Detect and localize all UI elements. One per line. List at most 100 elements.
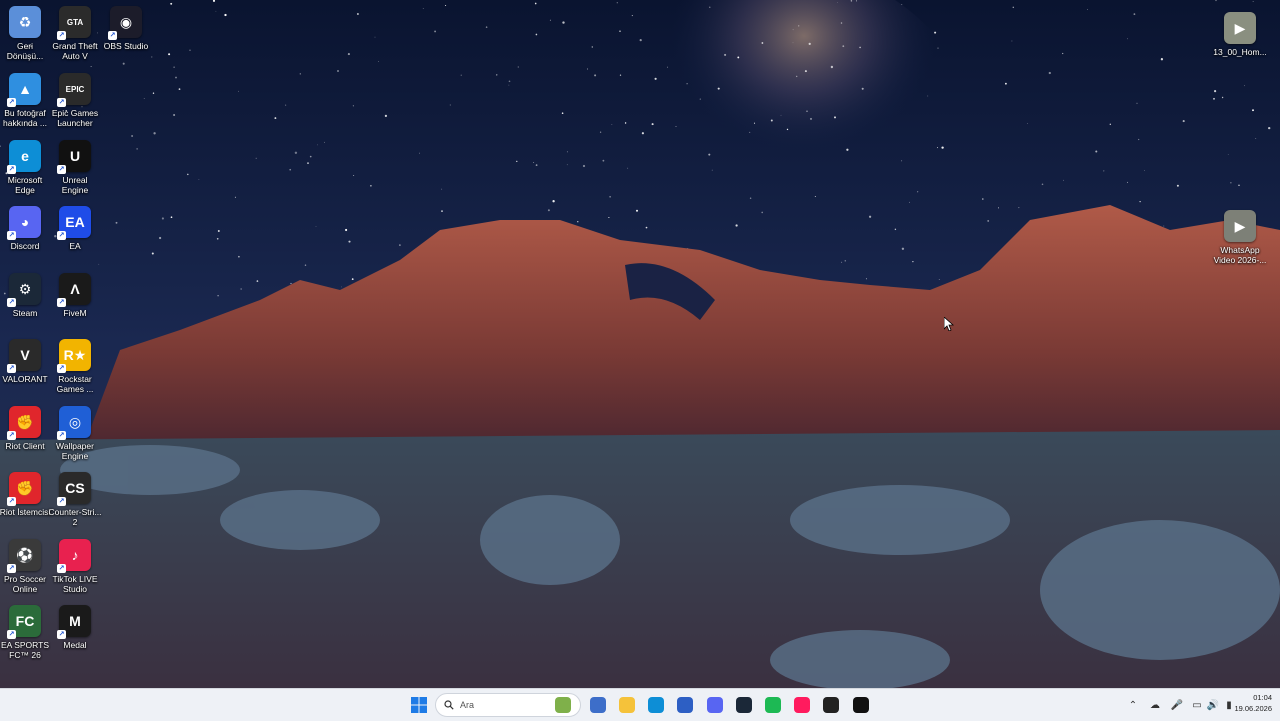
cloud-icon[interactable]: ☁ [1148,698,1162,712]
start-button[interactable] [408,694,430,716]
taskbar-app-obs[interactable] [820,694,842,716]
desktop-icon-unreal-engine[interactable]: U ↗ Unreal Engine [48,140,102,195]
discord-icon [707,697,723,713]
shortcut-arrow-icon: ↗ [57,630,66,639]
desktop-icon-label: TikTok LIVE Studio [52,574,98,594]
taskbar-app-microsoft-store[interactable] [674,694,696,716]
taskbar-app-widgets[interactable] [552,694,574,716]
riot-icon: ✊ ↗ [7,406,41,440]
edge-icon: e ↗ [7,140,41,174]
desktop-icon-discord[interactable]: ◕ ↗ Discord [0,206,52,251]
desktop-icon-whatsapp-video[interactable]: ▶ WhatsApp Video 2026-... [1213,210,1267,265]
desktop-icon-label: Rockstar Games ... [56,374,94,394]
taskbar-app-file-explorer[interactable] [616,694,638,716]
desktop-icon-label: FiveM [63,308,87,318]
app-icon [590,697,606,713]
video-thumbnail-icon: ▶ [1224,12,1256,44]
desktop-icon-riot-istemcisi[interactable]: ✊ ↗ Riot İstemcisi [0,472,52,517]
shortcut-arrow-icon: ↗ [7,497,16,506]
windows-logo-icon [411,697,427,713]
valorant-icon: V ↗ [7,339,41,373]
shortcut-arrow-icon: ↗ [57,98,66,107]
fivem-icon: Λ ↗ [57,273,91,307]
shortcut-arrow-icon: ↗ [7,98,16,107]
soccer-icon: ⚽ ↗ [7,539,41,573]
network-icon[interactable]: ▭ [1190,698,1204,712]
shortcut-arrow-icon: ↗ [7,630,16,639]
desktop-icon-pro-soccer-online[interactable]: ⚽ ↗ Pro Soccer Online [0,539,52,594]
microphone-icon[interactable]: 🎤 [1170,698,1184,712]
spotify-icon [765,697,781,713]
recycle-bin-icon: ♻ [9,6,41,38]
desktop-icon-gta-v[interactable]: GTA ↗ Grand Theft Auto V [48,6,102,61]
steam-icon [736,697,752,713]
riot-icon: ✊ ↗ [7,472,41,506]
search-icon [444,700,454,710]
clock-date: 19.06.2026 [1234,704,1272,713]
desktop-icon-ea-sports-fc[interactable]: FC ↗ EA SPORTS FC™ 26 [0,605,52,660]
photo-icon: ▲ ↗ [7,73,41,107]
shortcut-arrow-icon: ↗ [7,364,16,373]
shortcut-arrow-icon: ↗ [57,31,66,40]
taskbar-app-medal[interactable] [850,694,872,716]
desktop-icon-epic-games[interactable]: EPIC ↗ Epic Games Launcher [48,73,102,128]
desktop-icon-photo-info[interactable]: ▲ ↗ Bu fotoğraf hakkında ... [0,73,52,128]
widgets-icon [555,697,571,713]
shortcut-arrow-icon: ↗ [57,564,66,573]
taskbar-app-steam[interactable] [733,694,755,716]
unreal-icon: U ↗ [57,140,91,174]
ea-icon: EA ↗ [57,206,91,240]
desktop-icon-label: WhatsApp Video 2026-... [1213,245,1267,265]
desktop-icon-fivem[interactable]: Λ ↗ FiveM [48,273,102,318]
desktop-icon-label: Medal [63,640,87,650]
clock-time: 01:04 [1253,693,1272,702]
desktop-icon-rockstar-games[interactable]: R★ ↗ Rockstar Games ... [48,339,102,394]
shortcut-arrow-icon: ↗ [57,231,66,240]
store-icon [677,697,693,713]
desktop-icon-video-file-1[interactable]: ▶ 13_00_Hom... [1213,12,1267,57]
taskbar-app-opera-gx[interactable] [791,694,813,716]
desktop-icon-obs-studio[interactable]: ◉ ↗ OBS Studio [99,6,153,51]
obs-icon: ◉ ↗ [108,6,142,40]
shortcut-arrow-icon: ↗ [7,165,16,174]
shortcut-arrow-icon: ↗ [57,431,66,440]
desktop-icon-microsoft-edge[interactable]: e ↗ Microsoft Edge [0,140,52,195]
shortcut-arrow-icon: ↗ [7,431,16,440]
cs2-icon: CS ↗ [57,472,91,506]
desktop-icon-label: Counter-Stri... 2 [48,507,102,527]
wallpaper-engine-icon: ◎ ↗ [57,406,91,440]
desktop-icon-label: EA [69,241,81,251]
desktop-icon-ea[interactable]: EA ↗ EA [48,206,102,251]
gta-icon: GTA ↗ [57,6,91,40]
desktop-icon-valorant[interactable]: V ↗ VALORANT [0,339,52,384]
desktop-wallpaper [0,0,1280,688]
chevron-up-icon[interactable]: ⌃ [1126,698,1140,712]
shortcut-arrow-icon: ↗ [57,165,66,174]
taskbar-app-app-thumbnail[interactable] [587,694,609,716]
volume-icon[interactable]: 🔊 [1206,698,1220,712]
desktop-icon-recycle-bin[interactable]: ♻ Geri Dönüşü... [0,6,52,61]
desktop-icon-wallpaper-engine[interactable]: ◎ ↗ Wallpaper Engine [48,406,102,461]
video-thumbnail-icon: ▶ [1224,210,1256,242]
taskbar-app-edge[interactable] [645,694,667,716]
desktop-icon-label: Grand Theft Auto V [52,41,98,61]
desktop-icon-tiktok-live-studio[interactable]: ♪ ↗ TikTok LIVE Studio [48,539,102,594]
shortcut-arrow-icon: ↗ [7,564,16,573]
opera-icon [794,697,810,713]
shortcut-arrow-icon: ↗ [57,298,66,307]
rockstar-icon: R★ ↗ [57,339,91,373]
desktop-icon-label: Unreal Engine [61,175,89,195]
desktop-icon-medal[interactable]: M ↗ Medal [48,605,102,650]
medal-icon: M ↗ [57,605,91,639]
shortcut-arrow-icon: ↗ [108,31,117,40]
desktop-icon-counter-strike[interactable]: CS ↗ Counter-Stri... 2 [48,472,102,527]
taskbar: Ara ⌃ ☁ 🎤 ▭ 🔊 ▮ 01:04 19.06.2026 [0,688,1280,721]
obs-icon [823,697,839,713]
desktop-icon-steam[interactable]: ⚙ ↗ Steam [0,273,52,318]
search-placeholder: Ara [460,700,475,710]
taskbar-app-spotify[interactable] [762,694,784,716]
desktop-icon-riot-client[interactable]: ✊ ↗ Riot Client [0,406,52,451]
taskbar-app-discord[interactable] [704,694,726,716]
taskbar-clock[interactable]: 01:04 19.06.2026 [1224,692,1272,714]
discord-icon: ◕ ↗ [7,206,41,240]
